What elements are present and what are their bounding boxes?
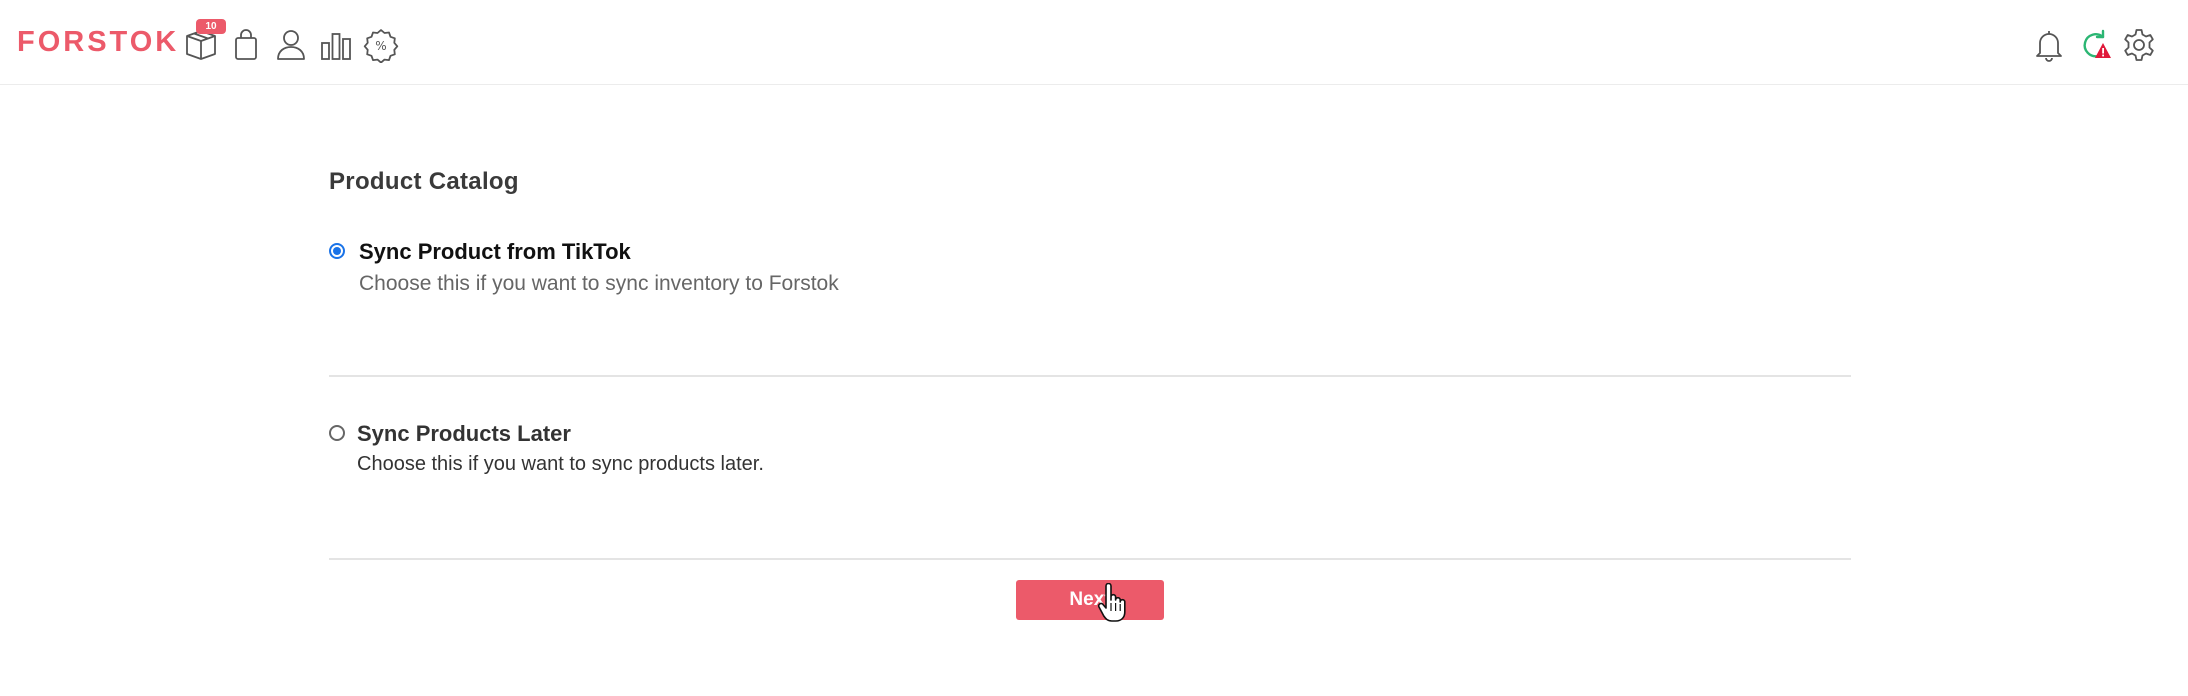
gear-icon[interactable] (2121, 27, 2157, 63)
option-description: Choose this if you want to sync inventor… (359, 272, 839, 295)
sync-warning-icon[interactable] (2076, 27, 2112, 63)
bell-icon[interactable] (2031, 27, 2067, 63)
radio-sync-later[interactable] (329, 425, 345, 441)
discount-percent-icon[interactable]: % (363, 27, 399, 63)
top-navbar: FORSTOK 10 % (0, 0, 2188, 85)
divider (329, 558, 1851, 560)
orders-count-badge: 10 (196, 19, 226, 34)
bar-chart-icon[interactable] (318, 27, 354, 63)
option-title: Sync Products Later (357, 421, 571, 446)
divider (329, 375, 1851, 377)
next-button[interactable]: Next (1016, 580, 1164, 620)
svg-text:%: % (375, 39, 386, 53)
option-description: Choose this if you want to sync products… (357, 453, 764, 475)
page-title: Product Catalog (329, 168, 519, 195)
user-icon[interactable] (273, 27, 309, 63)
option-title: Sync Product from TikTok (359, 239, 631, 264)
forstok-logo[interactable]: FORSTOK (17, 26, 179, 59)
radio-sync-from-tiktok[interactable] (329, 243, 345, 259)
shopping-bag-icon[interactable] (228, 27, 264, 63)
